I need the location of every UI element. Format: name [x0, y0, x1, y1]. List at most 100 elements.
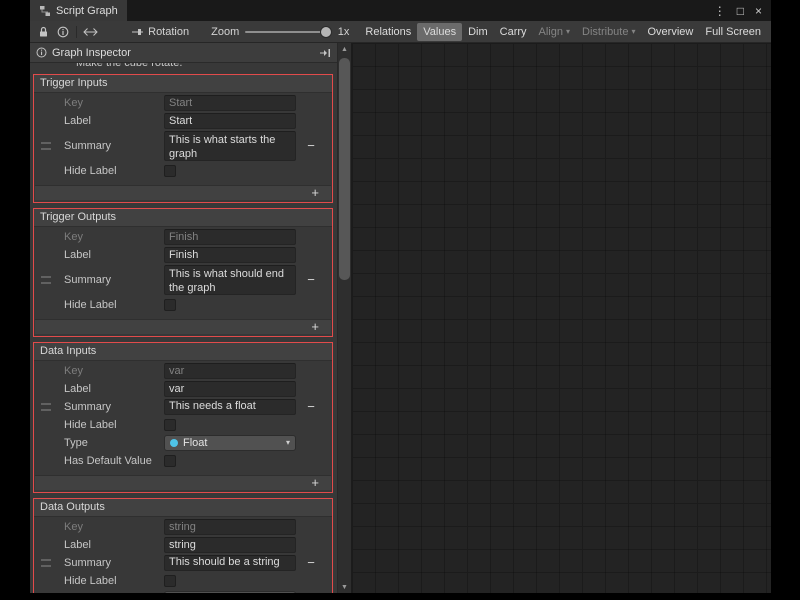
distribute-button[interactable]: Distribute ▾	[576, 23, 641, 41]
zoom-value: 1x	[338, 26, 350, 38]
section-trigger-outputs: Trigger Outputs Key Label Summary	[33, 208, 333, 337]
scroll-up-icon[interactable]: ▲	[338, 43, 351, 56]
hide-label-row: Hide Label	[34, 297, 332, 313]
zoom-slider[interactable]	[245, 31, 332, 33]
remove-item-button[interactable]: −	[304, 140, 318, 152]
summary-input[interactable]: This needs a float	[164, 399, 296, 415]
dropdown-arrow-icon: ▾	[566, 28, 570, 36]
hide-label-checkbox[interactable]	[164, 419, 176, 431]
summary-input[interactable]: This should be a string	[164, 555, 296, 571]
zoom-label: Zoom	[211, 26, 239, 38]
menu-icon[interactable]: ⋮	[714, 5, 726, 17]
remove-item-button[interactable]: −	[304, 557, 318, 569]
graph-description-clipped: Make the cube rotate.	[30, 63, 337, 72]
add-item-button[interactable]: +	[311, 477, 319, 489]
label-label: Label	[64, 115, 164, 127]
hide-label-checkbox[interactable]	[164, 575, 176, 587]
distribute-label: Distribute	[582, 26, 628, 38]
align-label: Align	[539, 26, 563, 38]
list-footer: +	[35, 475, 331, 490]
full-screen-button[interactable]: Full Screen	[699, 23, 767, 41]
inspector-scrollbar[interactable]: ▲ ▼	[337, 43, 351, 593]
remove-item-button[interactable]: −	[304, 401, 318, 413]
section-data-outputs: Data Outputs Key Label Summary Thi	[33, 498, 333, 593]
label-row: Label	[34, 247, 332, 263]
script-graph-icon	[39, 5, 51, 17]
hide-label-checkbox[interactable]	[164, 299, 176, 311]
list-footer: +	[35, 185, 331, 200]
hide-label-row: Hide Label	[34, 163, 332, 179]
summary-row: Summary This is what should end the grap…	[34, 265, 332, 295]
graph-inspector-header[interactable]: Graph Inspector	[30, 43, 337, 63]
key-label: Key	[64, 365, 164, 377]
unity-window: Script Graph ⋮ □ ×	[30, 0, 771, 593]
label-label: Label	[64, 539, 164, 551]
main-area: Graph Inspector Make the cube rotate. Tr	[30, 43, 771, 593]
graph-toolbar: Rotation Zoom 1x Relations Values Dim Ca…	[30, 21, 771, 43]
add-item-button[interactable]: +	[311, 187, 319, 199]
key-label: Key	[64, 97, 164, 109]
summary-label: Summary	[64, 274, 164, 286]
relations-button[interactable]: Relations	[359, 23, 417, 41]
key-input[interactable]	[164, 229, 296, 245]
drag-handle-icon[interactable]	[41, 143, 51, 150]
has-default-checkbox[interactable]	[164, 455, 176, 467]
label-input[interactable]	[164, 537, 296, 553]
scrollbar-thumb[interactable]	[339, 58, 350, 280]
dock-icon[interactable]	[319, 48, 331, 58]
has-default-label: Has Default Value	[64, 455, 164, 467]
label-row: Label	[34, 113, 332, 129]
key-input[interactable]	[164, 363, 296, 379]
type-dropdown[interactable]: Float ▾	[164, 435, 296, 451]
scroll-down-icon[interactable]: ▼	[338, 581, 351, 593]
type-dropdown[interactable]: String ▾	[164, 591, 296, 593]
key-row: Key	[34, 519, 332, 535]
drag-handle-icon[interactable]	[41, 404, 51, 411]
drag-handle-icon[interactable]	[41, 560, 51, 567]
list-footer: +	[35, 319, 331, 334]
add-item-button[interactable]: +	[311, 321, 319, 333]
toolbar-divider	[76, 26, 77, 38]
screen: Script Graph ⋮ □ ×	[0, 0, 800, 600]
summary-row: Summary This should be a string −	[34, 555, 332, 571]
section-title: Data Outputs	[34, 499, 332, 517]
rotation-label: Rotation	[148, 26, 189, 38]
inspector-title: Graph Inspector	[52, 47, 131, 59]
tab-script-graph[interactable]: Script Graph	[30, 0, 127, 21]
summary-row: Summary This needs a float −	[34, 399, 332, 415]
hide-label-checkbox[interactable]	[164, 165, 176, 177]
info-icon[interactable]	[55, 24, 70, 40]
summary-input[interactable]: This is what should end the graph	[164, 265, 296, 295]
hide-label-label: Hide Label	[64, 299, 164, 311]
zoom-slider-handle[interactable]	[321, 27, 331, 37]
section-title: Data Inputs	[34, 343, 332, 361]
hide-label-row: Hide Label	[34, 573, 332, 589]
hide-label-row: Hide Label	[34, 417, 332, 433]
dim-button[interactable]: Dim	[462, 23, 494, 41]
key-input[interactable]	[164, 519, 296, 535]
close-icon[interactable]: ×	[755, 5, 762, 17]
label-input[interactable]	[164, 113, 296, 129]
label-row: Label	[34, 537, 332, 553]
type-row: Type Float ▾	[34, 435, 332, 451]
key-input[interactable]	[164, 95, 296, 111]
values-button[interactable]: Values	[417, 23, 462, 41]
label-input[interactable]	[164, 381, 296, 397]
lock-icon[interactable]	[36, 24, 51, 40]
label-row: Label	[34, 381, 332, 397]
remove-item-button[interactable]: −	[304, 274, 318, 286]
has-default-row: Has Default Value	[34, 453, 332, 469]
overview-button[interactable]: Overview	[642, 23, 700, 41]
drag-handle-icon[interactable]	[41, 277, 51, 284]
summary-input[interactable]: This is what starts the graph	[164, 131, 296, 161]
summary-label: Summary	[64, 557, 164, 569]
graph-canvas[interactable]	[351, 43, 771, 593]
carry-button[interactable]: Carry	[494, 23, 533, 41]
maximize-icon[interactable]: □	[737, 5, 744, 17]
tab-label: Script Graph	[56, 5, 118, 17]
connections-icon[interactable]	[83, 24, 98, 40]
dropdown-arrow-icon: ▾	[631, 28, 635, 36]
key-label: Key	[64, 521, 164, 533]
align-button[interactable]: Align ▾	[533, 23, 576, 41]
label-input[interactable]	[164, 247, 296, 263]
